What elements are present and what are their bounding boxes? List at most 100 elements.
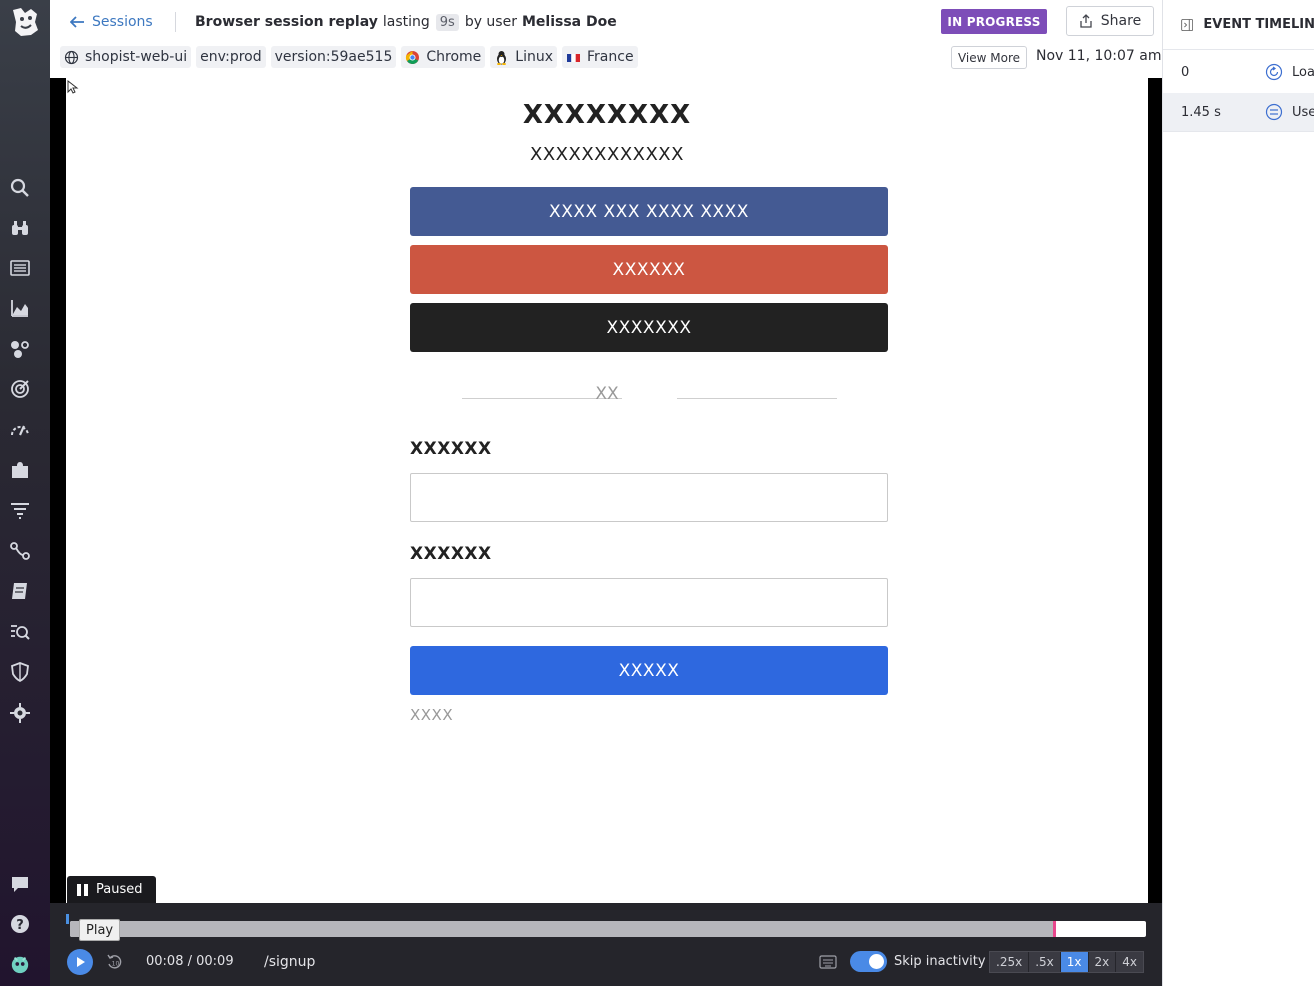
skip-back-10-icon[interactable]: 10: [106, 953, 124, 971]
skip-inactivity-toggle[interactable]: [850, 951, 887, 972]
globe-icon: [64, 50, 79, 64]
event-row[interactable]: 0 Loa: [1163, 53, 1314, 91]
list-icon[interactable]: [10, 258, 30, 278]
social-login-apple-button[interactable]: XXXXXXX: [410, 303, 888, 352]
notebook-icon[interactable]: [10, 581, 30, 601]
speed-option[interactable]: .5x: [1029, 952, 1061, 972]
event-timeline-title: EVENT TIMELIN: [1203, 17, 1314, 32]
divider-line-right: [677, 398, 837, 399]
binoculars-icon[interactable]: [10, 218, 30, 238]
form-link[interactable]: XXXX: [410, 706, 453, 724]
shield-icon[interactable]: [10, 662, 30, 683]
event-time: 0: [1181, 64, 1190, 80]
submit-button[interactable]: XXXXX: [410, 646, 888, 695]
puzzle-icon[interactable]: [10, 460, 30, 480]
watchdog-icon[interactable]: [10, 622, 30, 642]
tag-label: Linux: [515, 49, 554, 65]
main-nav: ?: [0, 0, 50, 986]
timeline-playhead[interactable]: [1053, 921, 1057, 937]
current-url-path: /signup: [264, 954, 316, 970]
paused-indicator: Paused: [67, 876, 156, 903]
chrome-icon: [406, 50, 420, 64]
title-lasting: lasting: [382, 14, 430, 30]
timeline-progress: [70, 921, 1054, 937]
play-button[interactable]: [67, 949, 93, 975]
reload-icon: [1265, 63, 1283, 81]
share-button[interactable]: Share: [1066, 6, 1154, 36]
field-label-2: XXXXXX: [410, 544, 492, 564]
mouse-cursor-icon: [67, 80, 79, 94]
share-label: Share: [1100, 13, 1142, 29]
chat-icon[interactable]: [10, 874, 30, 894]
view-more-button[interactable]: View More: [951, 46, 1027, 69]
event-timeline-panel: EVENT TIMELIN 0 Loa 1.45 s Use: [1162, 0, 1314, 986]
event-label: Use: [1292, 104, 1314, 120]
tag-country[interactable]: France: [562, 46, 638, 68]
speed-option[interactable]: 4x: [1116, 952, 1143, 972]
timeline-scrubber[interactable]: [70, 921, 1146, 937]
filter-icon[interactable]: [10, 500, 30, 520]
back-to-sessions-link[interactable]: Sessions: [70, 12, 153, 32]
arrow-left-icon: [70, 16, 84, 28]
time-readout: 00:08 / 00:09: [146, 954, 234, 969]
user-name[interactable]: Melissa Doe: [522, 14, 617, 30]
gauge-icon[interactable]: [10, 420, 30, 440]
event-label: Loa: [1292, 64, 1314, 80]
path-icon[interactable]: [10, 541, 30, 561]
field-label-1: XXXXXX: [410, 439, 492, 459]
time-current: 00:08: [146, 954, 184, 969]
status-badge: IN PROGRESS: [941, 9, 1047, 34]
speed-option[interactable]: .25x: [990, 952, 1030, 972]
session-tags: shopist-web-ui env:prod version:59ae515 …: [60, 46, 638, 68]
title-by-user: by user: [464, 14, 517, 30]
datadog-logo-icon[interactable]: [7, 4, 43, 40]
title-prefix: Browser session replay: [195, 14, 378, 30]
help-icon[interactable]: ?: [10, 914, 30, 934]
replay-stage: XXXXXXXX XXXXXXXXXXXX XXXX XXX XXXX XXXX…: [50, 78, 1162, 903]
tag-label: shopist-web-ui: [85, 49, 188, 65]
speed-option-active[interactable]: 1x: [1060, 952, 1089, 972]
text-field-2[interactable]: [410, 578, 888, 627]
event-row[interactable]: 1.45 s Use: [1163, 93, 1314, 131]
tag-label: env:prod: [200, 49, 262, 65]
header-divider: [175, 12, 176, 32]
text-field-1[interactable]: [410, 473, 888, 522]
tag-label: version:59ae515: [274, 49, 393, 65]
share-icon: [1080, 14, 1092, 28]
tag-browser[interactable]: Chrome: [401, 46, 486, 68]
play-icon: [77, 957, 85, 967]
time-total: 00:09: [196, 954, 234, 969]
tag-env[interactable]: env:prod: [196, 46, 266, 68]
collapse-panel-icon[interactable]: [1181, 16, 1194, 34]
user-action-icon: [1265, 103, 1283, 121]
tag-label: Chrome: [426, 49, 482, 65]
tag-version[interactable]: version:59ae515: [270, 46, 397, 68]
social-login-facebook-button[interactable]: XXXX XXX XXXX XXXX: [410, 187, 888, 236]
speed-option[interactable]: 2x: [1088, 952, 1117, 972]
tag-os[interactable]: Linux: [490, 46, 558, 68]
form-subtitle: XXXXXXXXXXXX: [530, 144, 684, 165]
playback-speed-selector: .25x .5x 1x 2x 4x: [989, 951, 1144, 973]
france-flag-icon: [567, 53, 581, 62]
chart-icon[interactable]: [10, 298, 30, 318]
integrations-icon[interactable]: [10, 339, 30, 359]
tag-service[interactable]: shopist-web-ui: [60, 46, 192, 68]
event-timeline-header[interactable]: EVENT TIMELIN: [1163, 0, 1314, 50]
session-header: Sessions Browser session replay lasting …: [50, 0, 1162, 78]
security-icon[interactable]: [10, 703, 30, 723]
replay-viewport[interactable]: XXXXXXXX XXXXXXXXXXXX XXXX XXX XXXX XXXX…: [66, 78, 1148, 903]
play-tooltip: Play: [79, 919, 121, 941]
skip-inactivity-label: Skip inactivity: [894, 954, 986, 969]
keyboard-icon[interactable]: [819, 955, 837, 969]
avatar-icon[interactable]: [10, 954, 32, 976]
paused-label: Paused: [96, 882, 143, 897]
linux-icon: [497, 50, 507, 65]
target-icon[interactable]: [10, 379, 30, 399]
page-title: Browser session replay lasting 9s by use…: [195, 12, 617, 32]
form-title: XXXXXXXX: [522, 100, 692, 130]
svg-text:?: ?: [16, 918, 24, 933]
timeline-start-marker: [66, 914, 69, 924]
social-login-google-button[interactable]: XXXXXX: [410, 245, 888, 294]
duration-pill: 9s: [435, 13, 459, 31]
search-icon[interactable]: [10, 178, 30, 198]
